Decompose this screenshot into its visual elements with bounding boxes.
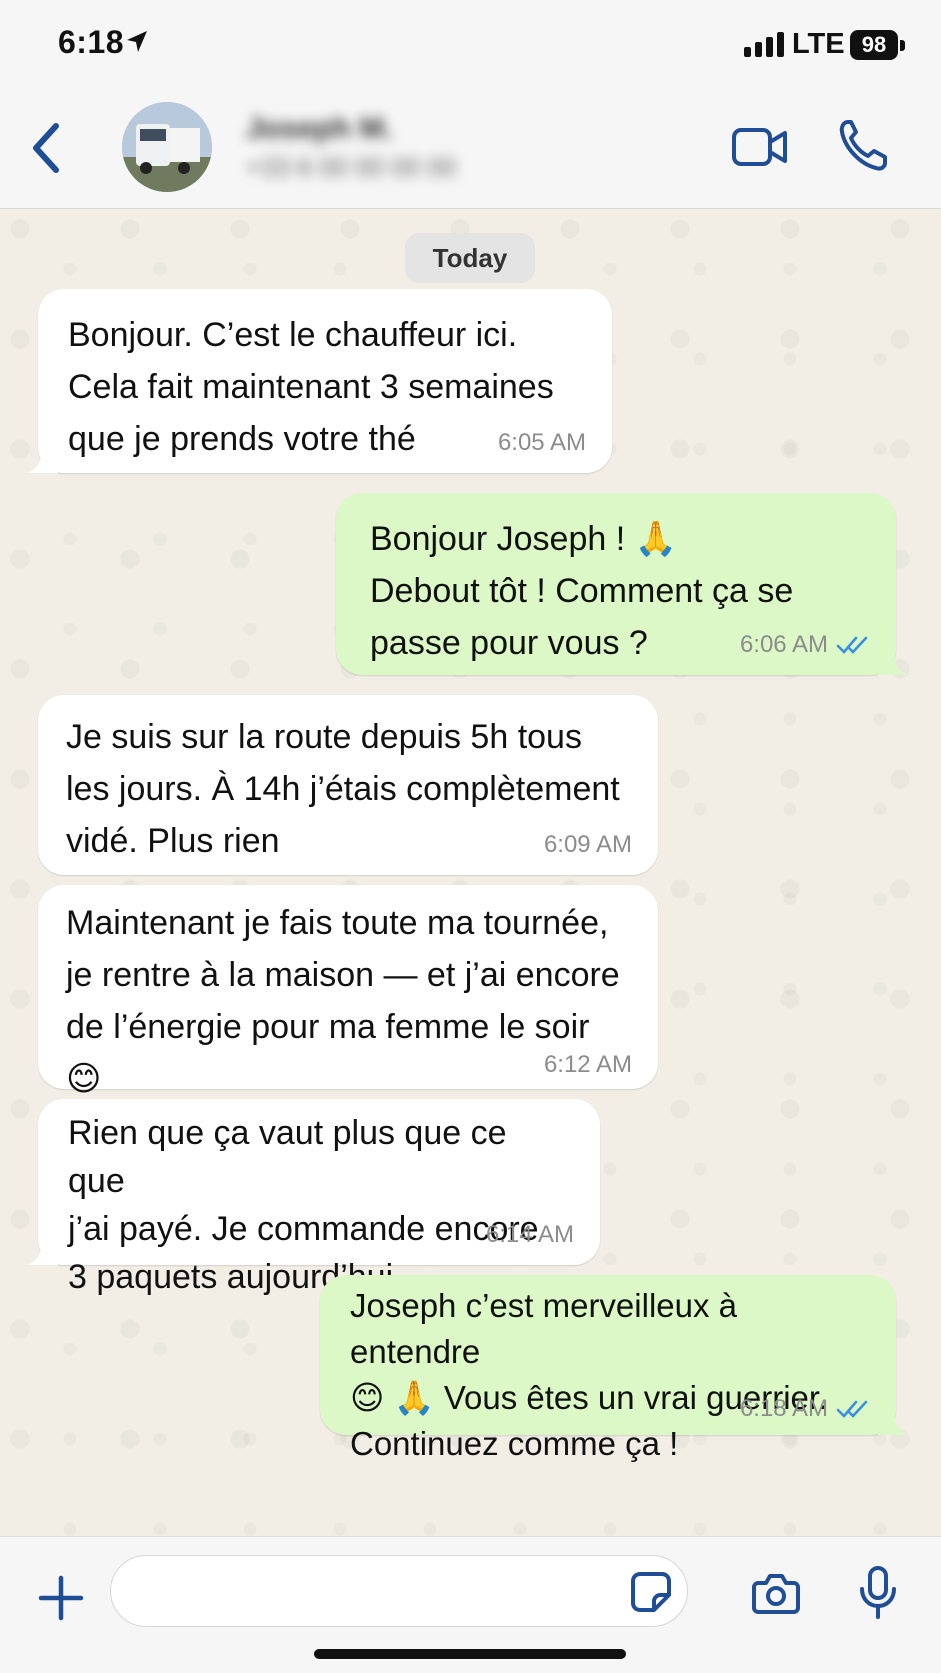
back-chevron-icon[interactable]	[28, 118, 68, 178]
message-bubble-incoming[interactable]: Je suis sur la route depuis 5h tous les …	[38, 695, 658, 875]
double-check-icon	[836, 636, 868, 654]
status-bar: 6:18 LTE 98	[0, 0, 941, 92]
contact-name[interactable]: Joseph M.	[246, 112, 393, 146]
home-indicator[interactable]	[314, 1649, 626, 1659]
network-label: LTE	[792, 28, 845, 60]
battery-tip	[900, 40, 905, 51]
message-bubble-outgoing[interactable]: Joseph c’est merveilleux à entendre 😊 🙏 …	[320, 1275, 908, 1462]
message-bubble-incoming[interactable]: Bonjour. C’est le chauffeur ici. Cela fa…	[28, 289, 612, 473]
bubble-tail	[878, 1409, 908, 1435]
contact-subtitle: +33 6 00 00 00 00	[246, 152, 457, 182]
avatar[interactable]	[122, 102, 212, 192]
date-separator: Today	[405, 233, 535, 283]
message-time: 6:18 AM	[739, 1395, 828, 1422]
plus-icon[interactable]	[36, 1573, 86, 1623]
chat-header: Joseph M. +33 6 00 00 00 00	[0, 92, 941, 209]
phone-icon[interactable]	[838, 118, 888, 174]
double-check-icon	[836, 1400, 868, 1418]
bubble-tail	[28, 1239, 58, 1265]
status-time: 6:18	[58, 24, 125, 60]
message-time: 6:06 AM	[739, 631, 828, 658]
message-time: 6:14 AM	[485, 1221, 574, 1248]
message-bubble-incoming[interactable]: Maintenant je fais toute ma tournée, je …	[38, 885, 658, 1098]
signal-icon	[744, 32, 784, 57]
video-camera-icon[interactable]	[730, 122, 790, 172]
message-text: Joseph c’est merveilleux à entendre 😊 🙏 …	[350, 1287, 828, 1462]
sticker-icon[interactable]	[630, 1571, 672, 1613]
message-bubble-incoming[interactable]: Rien que ça vaut plus que ce que j’ai pa…	[28, 1099, 600, 1296]
battery-icon: 98	[850, 30, 898, 60]
avatar-truck-image	[122, 102, 212, 192]
location-arrow-icon	[127, 31, 147, 52]
microphone-icon[interactable]	[858, 1565, 898, 1621]
camera-icon[interactable]	[752, 1571, 800, 1615]
bubble-tail	[28, 447, 58, 473]
bubble-tail	[878, 649, 908, 675]
message-text: Rien que ça vaut plus que ce que j’ai pa…	[68, 1114, 539, 1296]
message-input[interactable]	[110, 1555, 688, 1627]
message-bubble-outgoing[interactable]: Bonjour Joseph ! 🙏 Debout tôt ! Comment …	[336, 493, 908, 675]
message-time: 6:09 AM	[543, 831, 632, 858]
message-time: 6:05 AM	[497, 429, 586, 456]
chat-area[interactable]: Today Bonjour. C’est le chauffeur ici. C…	[0, 209, 941, 1536]
message-time: 6:12 AM	[543, 1051, 632, 1078]
